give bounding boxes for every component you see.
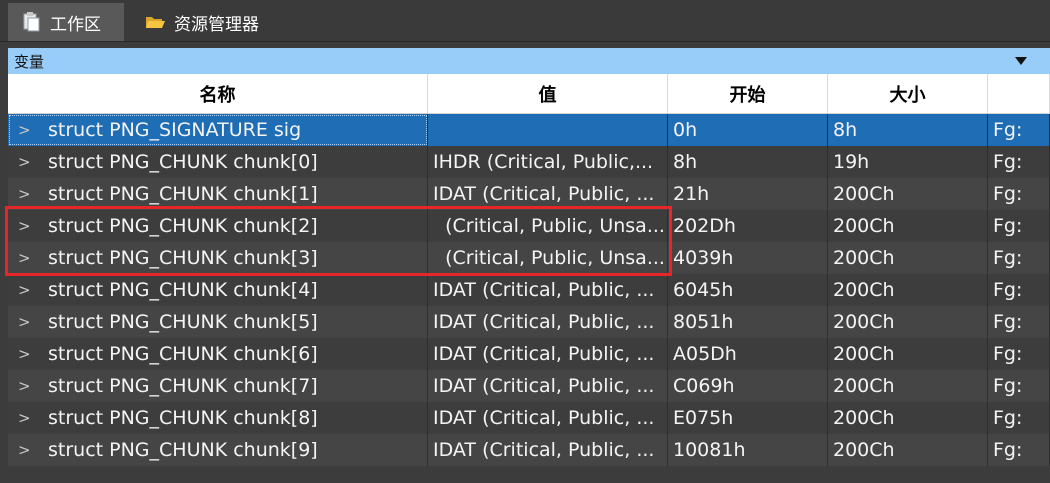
chevron-right-icon[interactable]: > — [18, 313, 38, 331]
row-size: 200Ch — [828, 178, 988, 210]
row-value: IDAT (Critical, Public, ... — [428, 370, 668, 402]
column-header-size[interactable]: 大小 — [828, 74, 988, 114]
table-header: 名称 值 开始 大小 — [8, 74, 1050, 114]
chevron-right-icon[interactable]: > — [18, 377, 38, 395]
row-size: 200Ch — [828, 274, 988, 306]
row-name: struct PNG_CHUNK chunk[2] — [48, 215, 318, 237]
table-row[interactable]: > struct PNG_CHUNK chunk[3] (Critical, Pu… — [8, 242, 1050, 274]
table-row[interactable]: > struct PNG_CHUNK chunk[4] IDAT (Critica… — [8, 274, 1050, 306]
folder-icon — [144, 11, 166, 33]
chevron-right-icon[interactable]: > — [18, 345, 38, 363]
row-value: IDAT (Critical, Public, ... — [428, 306, 668, 338]
triangle-down-icon[interactable] — [1014, 48, 1028, 74]
chevron-right-icon[interactable]: > — [18, 409, 38, 427]
row-color: Fg: — [988, 370, 1050, 402]
chevron-right-icon[interactable]: > — [18, 249, 38, 267]
row-size: 200Ch — [828, 370, 988, 402]
table-row[interactable]: > struct PNG_CHUNK chunk[2] (Critical, Pu… — [8, 210, 1050, 242]
tab-bar: 工作区 资源管理器 — [0, 0, 1050, 42]
row-color: Fg: — [988, 338, 1050, 370]
clipboard-icon — [20, 11, 42, 33]
row-size: 200Ch — [828, 210, 988, 242]
row-start: E075h — [668, 402, 828, 434]
row-color: Fg: — [988, 306, 1050, 338]
tab-workspace[interactable]: 工作区 — [8, 3, 124, 41]
row-size: 200Ch — [828, 306, 988, 338]
row-name: struct PNG_CHUNK chunk[0] — [48, 151, 318, 173]
chevron-right-icon[interactable]: > — [18, 153, 38, 171]
column-header-color[interactable] — [988, 74, 1050, 114]
tab-explorer[interactable]: 资源管理器 — [132, 3, 282, 41]
row-size: 200Ch — [828, 338, 988, 370]
row-color: Fg: — [988, 242, 1050, 274]
row-start: 6045h — [668, 274, 828, 306]
row-name: struct PNG_CHUNK chunk[9] — [48, 439, 318, 461]
panel-title: 变量 — [14, 52, 45, 71]
row-value: IDAT (Critical, Public, ... — [428, 178, 668, 210]
table-row[interactable]: > struct PNG_CHUNK chunk[5] IDAT (Critica… — [8, 306, 1050, 338]
chevron-right-icon[interactable]: > — [18, 281, 38, 299]
row-color: Fg: — [988, 434, 1050, 466]
row-value: IDAT (Critical, Public, ... — [428, 274, 668, 306]
table-row[interactable]: > struct PNG_CHUNK chunk[6] IDAT (Critica… — [8, 338, 1050, 370]
row-name: struct PNG_SIGNATURE sig — [48, 119, 302, 141]
row-name: struct PNG_CHUNK chunk[7] — [48, 375, 318, 397]
row-color: Fg: — [988, 178, 1050, 210]
row-size: 200Ch — [828, 242, 988, 274]
row-name: struct PNG_CHUNK chunk[8] — [48, 407, 318, 429]
table-row[interactable]: > struct PNG_CHUNK chunk[7] IDAT (Critica… — [8, 370, 1050, 402]
row-start: C069h — [668, 370, 828, 402]
chevron-right-icon[interactable]: > — [18, 217, 38, 235]
row-start: 21h — [668, 178, 828, 210]
row-name: struct PNG_CHUNK chunk[1] — [48, 183, 318, 205]
row-size: 200Ch — [828, 434, 988, 466]
row-start: A05Dh — [668, 338, 828, 370]
row-start: 202Dh — [668, 210, 828, 242]
row-value: IDAT (Critical, Public, ... — [428, 402, 668, 434]
panel-edge — [1044, 48, 1050, 74]
row-name: struct PNG_CHUNK chunk[6] — [48, 343, 318, 365]
row-start: 10081h — [668, 434, 828, 466]
row-value: IDAT (Critical, Public, ... — [428, 434, 668, 466]
column-header-start[interactable]: 开始 — [668, 74, 828, 114]
row-value — [428, 114, 668, 146]
row-name: struct PNG_CHUNK chunk[3] — [48, 247, 318, 269]
table-row[interactable]: > struct PNG_CHUNK chunk[9] IDAT (Critica… — [8, 434, 1050, 466]
row-value: IDAT (Critical, Public, ... — [428, 338, 668, 370]
row-start: 8051h — [668, 306, 828, 338]
row-value: (Critical, Public, Unsa... — [428, 242, 668, 274]
variables-table: 名称 值 开始 大小 > struct PNG_SIGNATURE sig 0h … — [8, 74, 1050, 466]
row-size: 200Ch — [828, 402, 988, 434]
column-header-value[interactable]: 值 — [428, 74, 668, 114]
row-start: 4039h — [668, 242, 828, 274]
table-row[interactable]: > struct PNG_CHUNK chunk[1] IDAT (Critica… — [8, 178, 1050, 210]
row-start: 8h — [668, 146, 828, 178]
chevron-right-icon[interactable]: > — [18, 185, 38, 203]
variables-panel-header: 变量 — [8, 48, 1050, 74]
row-color: Fg: — [988, 210, 1050, 242]
table-row[interactable]: > struct PNG_CHUNK chunk[8] IDAT (Critica… — [8, 402, 1050, 434]
row-color: Fg: — [988, 402, 1050, 434]
chevron-right-icon[interactable]: > — [18, 121, 38, 139]
row-start: 0h — [668, 114, 828, 146]
row-color: Fg: — [988, 146, 1050, 178]
tab-workspace-label: 工作区 — [50, 14, 101, 35]
tab-explorer-label: 资源管理器 — [174, 14, 259, 35]
row-name: struct PNG_CHUNK chunk[5] — [48, 311, 318, 333]
column-header-name[interactable]: 名称 — [8, 74, 428, 114]
chevron-right-icon[interactable]: > — [18, 441, 38, 459]
row-color: Fg: — [988, 274, 1050, 306]
row-size: 8h — [828, 114, 988, 146]
row-color: Fg: — [988, 114, 1050, 146]
table-row[interactable]: > struct PNG_CHUNK chunk[0] IHDR (Critica… — [8, 146, 1050, 178]
table-row[interactable]: > struct PNG_SIGNATURE sig 0h 8h Fg: — [8, 114, 1050, 146]
row-value: (Critical, Public, Unsa... — [428, 210, 668, 242]
row-value: IHDR (Critical, Public,... — [428, 146, 668, 178]
row-size: 19h — [828, 146, 988, 178]
row-name: struct PNG_CHUNK chunk[4] — [48, 279, 318, 301]
